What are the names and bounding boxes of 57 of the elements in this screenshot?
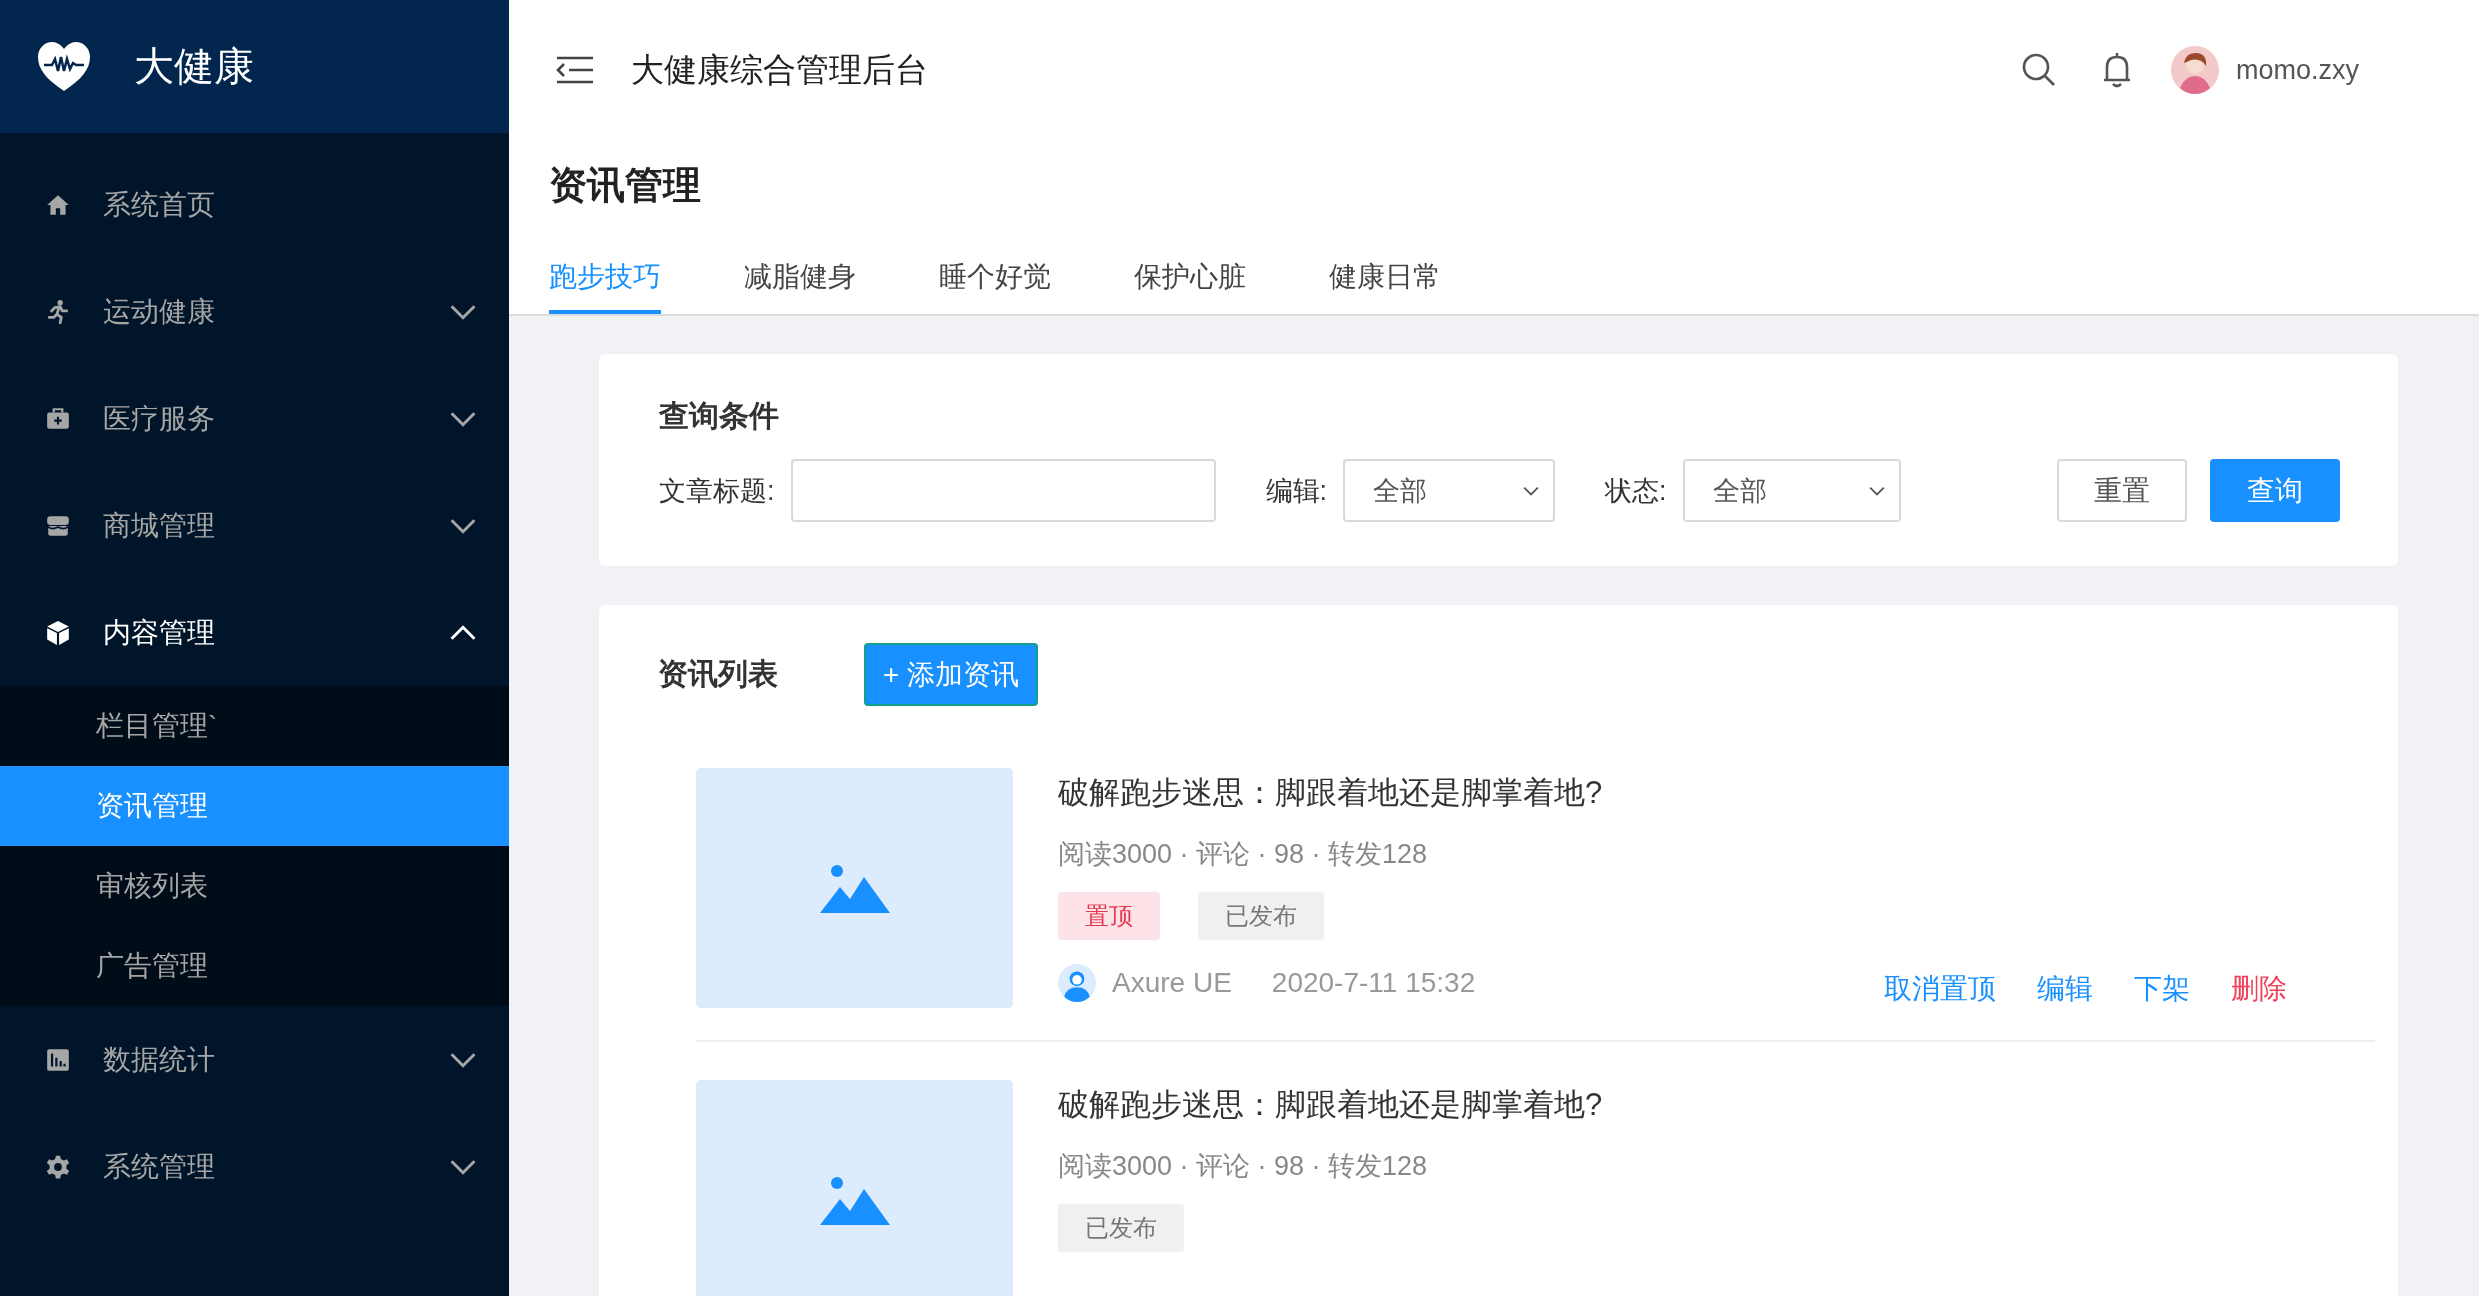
chevron-down-icon [449, 303, 477, 320]
menu-item[interactable]: 医疗服务 [0, 365, 509, 472]
tab[interactable]: 保护心脏 [1134, 252, 1246, 314]
cube-icon [45, 619, 71, 646]
search-icon[interactable] [2020, 52, 2057, 88]
avatar-icon[interactable] [2170, 46, 2219, 94]
status-tag: 已发布 [1058, 1204, 1184, 1252]
tab[interactable]: 减脂健身 [744, 252, 856, 314]
menu-item[interactable]: 内容管理 [0, 579, 509, 686]
image-placeholder-icon [819, 863, 890, 913]
settings-icon [45, 1153, 71, 1180]
app-name: 大健康 [134, 43, 254, 90]
medical-kit-icon [45, 405, 71, 432]
select-field[interactable]: 全部 [1682, 459, 1901, 522]
heart-logo-icon [36, 40, 92, 93]
menu-item[interactable]: 运动健康 [0, 258, 509, 365]
chevron-up-icon [449, 624, 477, 641]
field-label: 文章标题: [659, 474, 775, 508]
user-name[interactable]: momo.zxy [2235, 54, 2359, 86]
menu-icon[interactable] [555, 55, 595, 85]
action-link[interactable]: 删除 [2231, 970, 2287, 1008]
select-field[interactable]: 全部 [1343, 459, 1556, 522]
tab[interactable]: 健康日常 [1329, 252, 1441, 314]
person-icon [1058, 964, 1096, 1002]
menu-item[interactable]: 系统管理 [0, 1113, 509, 1220]
article-stats: 阅读3000 · 评论 · 98 · 转发128 [1058, 1150, 1429, 1183]
chevron-down-icon [449, 1051, 477, 1068]
menu-item[interactable]: 系统首页 [0, 151, 509, 258]
publish-time: 2020-7-11 15:32 [1271, 967, 1476, 999]
chevron-down-icon [1523, 485, 1540, 496]
page-title: 资讯管理 [549, 163, 702, 208]
reset-button[interactable]: 重置 [2057, 459, 2187, 522]
image-placeholder-icon [819, 1175, 890, 1225]
status-tag: 置顶 [1058, 892, 1160, 940]
card-title: 资讯列表 [658, 656, 778, 692]
submenu-item[interactable]: 广告管理 [0, 926, 509, 1006]
submenu-item[interactable]: 审核列表 [0, 846, 509, 926]
field-label: 状态: [1605, 474, 1667, 508]
article-title[interactable]: 破解跑步迷思：脚跟着地还是脚掌着地? [1058, 772, 2375, 814]
chevron-down-icon [449, 410, 477, 427]
runner-icon [45, 298, 71, 325]
card-title: 查询条件 [659, 398, 780, 434]
menu-item[interactable]: 商城管理 [0, 472, 509, 579]
article-title[interactable]: 破解跑步迷思：脚跟着地还是脚掌着地? [1058, 1084, 2375, 1126]
tab[interactable]: 睡个好觉 [939, 252, 1051, 314]
app-title: 大健康综合管理后台 [631, 49, 928, 90]
article-stats: 阅读3000 · 评论 · 98 · 转发128 [1058, 838, 1429, 871]
input-field[interactable] [790, 459, 1216, 522]
chevron-down-icon [449, 1158, 477, 1175]
chevron-down-icon [1868, 485, 1885, 496]
menu-item[interactable]: 数据统计 [0, 1006, 509, 1113]
field-label: 编辑: [1265, 474, 1328, 508]
author-name: Axure UE [1112, 967, 1232, 999]
status-tag: 已发布 [1198, 892, 1324, 940]
chevron-down-icon [449, 517, 477, 534]
bar-chart-icon [45, 1046, 71, 1073]
submenu-item[interactable]: 栏目管理` [0, 686, 509, 766]
